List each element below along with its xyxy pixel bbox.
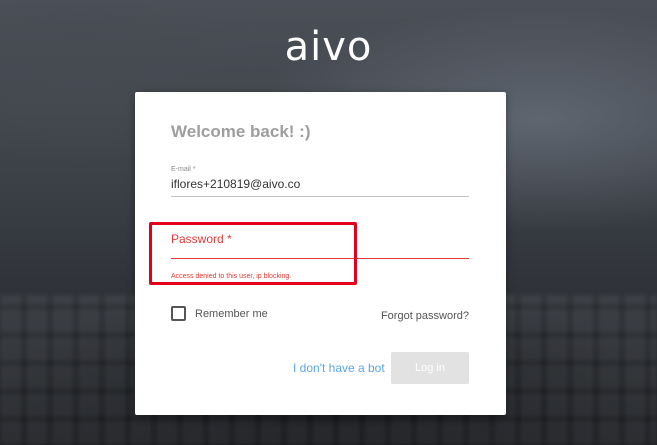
- email-label: E-mail *: [171, 166, 196, 173]
- login-button[interactable]: Log in: [391, 352, 469, 384]
- forgot-password-link[interactable]: Forgot password?: [381, 310, 469, 322]
- remember-me-label: Remember me: [195, 307, 268, 320]
- email-field: E-mail *: [171, 166, 469, 197]
- aivo-logo: aivo: [284, 24, 373, 70]
- no-bot-link[interactable]: I don't have a bot: [293, 361, 385, 375]
- error-highlight-box: [149, 222, 357, 285]
- email-input[interactable]: [171, 175, 469, 197]
- welcome-title: Welcome back! :): [171, 122, 311, 141]
- checkbox-icon[interactable]: [171, 306, 186, 321]
- remember-me-checkbox[interactable]: Remember me: [171, 306, 268, 321]
